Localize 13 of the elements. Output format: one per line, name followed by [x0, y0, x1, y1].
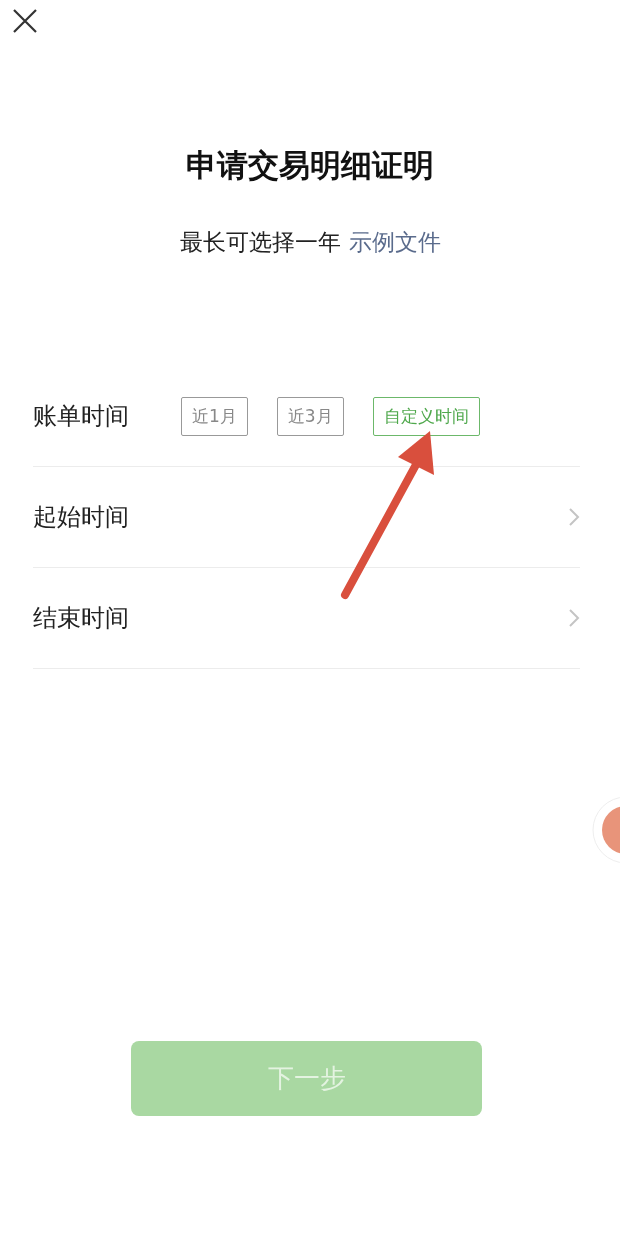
date-row[interactable]: 结束时间 — [33, 568, 580, 669]
period-option[interactable]: 自定义时间 — [372, 396, 480, 436]
row-label: 账单时间 — [33, 401, 130, 432]
close-icon[interactable] — [12, 8, 38, 34]
sample-file-link[interactable]: 示例文件 — [348, 229, 441, 255]
page-title: 申请交易明细证明 — [185, 146, 435, 185]
chevron-icon — [568, 507, 580, 527]
period-option[interactable]: 近3月 — [276, 396, 344, 436]
subtitle-text: 最长可选择一年 — [179, 229, 341, 255]
period-option[interactable]: 近1月 — [181, 396, 248, 436]
chevron-icon — [568, 608, 580, 628]
row-label: 起始时间 — [33, 502, 130, 533]
row-label: 结束时间 — [33, 603, 130, 634]
